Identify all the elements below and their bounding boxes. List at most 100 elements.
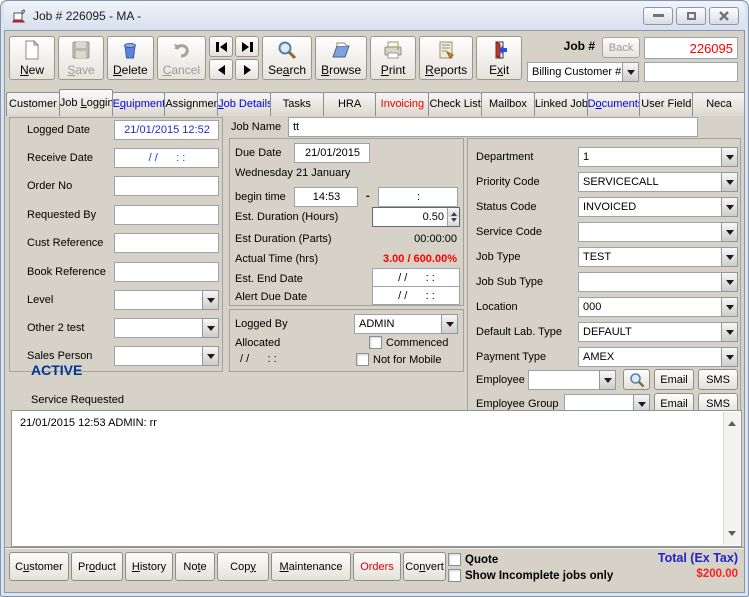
copy-button[interactable]: Copy — [217, 552, 269, 581]
note-button[interactable]: Note — [175, 552, 215, 581]
tab-equipment[interactable]: Equipment — [112, 92, 166, 116]
other-2-test-dropdown[interactable] — [114, 318, 219, 338]
dropdown-button[interactable] — [721, 322, 738, 342]
employee-dropdown[interactable] — [528, 370, 616, 390]
requested-by-field[interactable] — [114, 205, 219, 225]
dropdown-button[interactable] — [202, 318, 219, 338]
browse-button[interactable]: Browse — [315, 36, 367, 80]
show-incomplete-checkbox[interactable] — [448, 569, 461, 582]
dropdown-button[interactable] — [721, 247, 738, 267]
save-button[interactable]: Save — [58, 36, 104, 80]
search-button[interactable]: Search — [262, 36, 312, 80]
job-sub-type-dropdown[interactable] — [578, 272, 738, 292]
billing-customer-field[interactable] — [644, 62, 738, 82]
reports-button[interactable]: Reports — [419, 36, 473, 80]
tab-job-loggin[interactable]: Job Loggin — [59, 89, 113, 116]
restore-button[interactable] — [676, 7, 706, 25]
est-end-date-field[interactable]: / / : : — [372, 268, 460, 287]
dropdown-button[interactable] — [622, 62, 639, 82]
receive-date-field[interactable]: / / : : — [114, 148, 219, 168]
dropdown-button[interactable] — [721, 297, 738, 317]
level-dropdown[interactable] — [114, 290, 219, 310]
product-button[interactable]: Product — [71, 552, 123, 581]
customer-button[interactable]: Customer — [9, 552, 69, 581]
alert-due-date-field[interactable]: / / : : — [372, 286, 460, 305]
book-reference-field[interactable] — [114, 262, 219, 282]
employee-sms-button[interactable]: SMS — [698, 369, 738, 390]
commenced-checkbox[interactable] — [369, 336, 382, 349]
title-bar[interactable]: Job # 226095 - MA - — [4, 1, 745, 30]
service-code-dropdown[interactable] — [578, 222, 738, 242]
not-for-mobile-checkbox[interactable] — [356, 353, 369, 366]
tab-customer[interactable]: Customer — [6, 92, 60, 116]
close-button[interactable] — [709, 7, 739, 25]
employee-search-button[interactable] — [623, 369, 650, 390]
show-incomplete-checkbox-row: Show Incomplete jobs only — [448, 569, 613, 582]
dropdown-button[interactable] — [202, 290, 219, 310]
begin-time-field[interactable]: 14:53 — [294, 187, 358, 207]
default-lab-type-dropdown[interactable]: DEFAULT — [578, 322, 738, 342]
job-name-field[interactable]: tt — [288, 117, 698, 137]
dropdown-button[interactable] — [721, 272, 738, 292]
tab-mailbox[interactable]: Mailbox — [481, 92, 535, 116]
tab-documents[interactable]: Documents — [587, 92, 641, 116]
tab-tasks[interactable]: Tasks — [270, 92, 324, 116]
last-record-button[interactable] — [235, 36, 259, 57]
est-duration-hours-spinbox[interactable]: 0.50 — [372, 207, 460, 227]
dropdown-button[interactable] — [721, 147, 738, 167]
job-type-dropdown[interactable]: TEST — [578, 247, 738, 267]
orders-button[interactable]: Orders — [353, 552, 401, 581]
dropdown-button[interactable] — [721, 347, 738, 367]
vertical-scrollbar[interactable] — [723, 412, 740, 545]
print-button[interactable]: Print — [370, 36, 416, 80]
tab-user-field[interactable]: User Field — [639, 92, 693, 116]
order-no-field[interactable] — [114, 176, 219, 196]
job-number-field[interactable]: 226095 — [644, 37, 738, 59]
history-button[interactable]: History — [125, 552, 173, 581]
location-dropdown[interactable]: 000 — [578, 297, 738, 317]
logged-date-field[interactable]: 21/01/2015 12:52 — [114, 120, 219, 140]
previous-record-button[interactable] — [209, 59, 233, 80]
priority-code-dropdown[interactable]: SERVICECALL — [578, 172, 738, 192]
dropdown-button[interactable] — [721, 172, 738, 192]
back-button[interactable]: Back — [602, 37, 640, 58]
tab-hra[interactable]: HRA — [323, 92, 377, 116]
tab-linked-job[interactable]: Linked Job — [534, 92, 588, 116]
status-code-dropdown[interactable]: INVOICED — [578, 197, 738, 217]
service-requested-textarea[interactable]: 21/01/2015 12:53 ADMIN: rr — [11, 410, 742, 547]
cust-reference-field[interactable] — [114, 233, 219, 253]
quote-checkbox[interactable] — [448, 553, 461, 566]
tab-invoicing[interactable]: Invoicing — [375, 92, 429, 116]
tab-assignment[interactable]: Assignmen — [164, 92, 218, 116]
employee-email-button[interactable]: Email — [654, 369, 694, 390]
first-record-button[interactable] — [209, 36, 233, 57]
cancel-button[interactable]: Cancel — [157, 36, 206, 80]
end-time-field[interactable]: : — [378, 187, 458, 207]
spin-up-button[interactable] — [448, 208, 459, 217]
delete-button[interactable]: Delete — [107, 36, 154, 80]
dropdown-button[interactable] — [721, 197, 738, 217]
next-record-button[interactable] — [235, 59, 259, 80]
dropdown-button[interactable] — [721, 222, 738, 242]
tab-check-list[interactable]: Check List — [428, 92, 482, 116]
dropdown-button[interactable] — [441, 314, 458, 334]
minimize-button[interactable] — [643, 7, 673, 25]
exit-door-icon — [489, 40, 509, 60]
logged-by-dropdown[interactable]: ADMIN — [354, 314, 458, 334]
sales-person-dropdown[interactable] — [114, 346, 219, 366]
due-date-field[interactable]: 21/01/2015 — [294, 143, 370, 163]
tab-job-details[interactable]: Job Details — [217, 92, 271, 116]
dropdown-button[interactable] — [202, 346, 219, 366]
tab-neca[interactable]: Neca — [692, 92, 745, 116]
exit-button[interactable]: Exit — [476, 36, 522, 80]
billing-customer-selector[interactable]: Billing Customer # — [527, 62, 639, 82]
payment-type-dropdown[interactable]: AMEX — [578, 347, 738, 367]
chevron-down-icon — [726, 180, 734, 189]
convert-button[interactable]: Convert — [403, 552, 446, 581]
department-dropdown[interactable]: 1 — [578, 147, 738, 167]
next-record-icon — [244, 65, 251, 75]
dropdown-button[interactable] — [599, 370, 616, 390]
new-button[interactable]: New — [9, 36, 55, 80]
maintenance-button[interactable]: Maintenance — [271, 552, 351, 581]
spin-down-button[interactable] — [448, 217, 459, 226]
